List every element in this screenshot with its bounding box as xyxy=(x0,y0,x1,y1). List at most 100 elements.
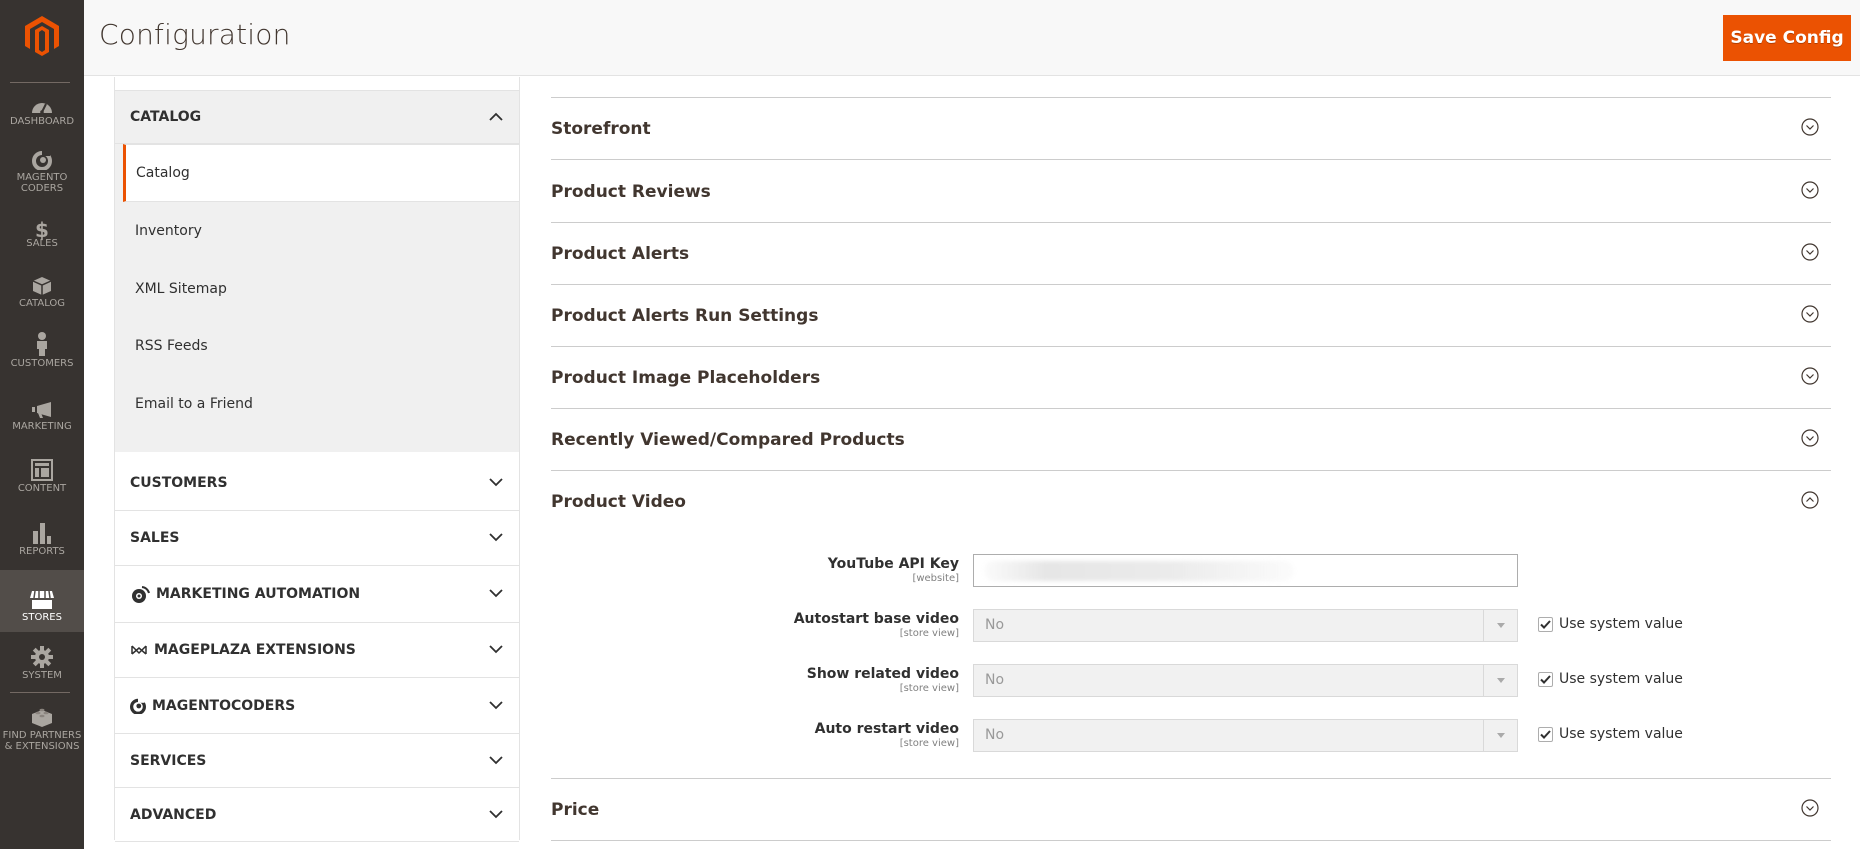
scope-text: [store view] xyxy=(899,738,959,749)
tab-group-advanced[interactable]: ADVANCED xyxy=(115,788,519,842)
checkbox-label: Use system value xyxy=(1559,671,1683,687)
magento-logo[interactable] xyxy=(0,0,84,72)
tab-group-mageplaza-extensions[interactable]: MAGEPLAZA EXTENSIONS xyxy=(115,623,519,678)
circle-chevron-up-icon xyxy=(1801,491,1819,513)
chevron-down-icon xyxy=(489,807,503,823)
checkmark-icon xyxy=(1538,726,1553,742)
nav-item-marketing[interactable]: MARKETING xyxy=(0,393,84,433)
label-text: Autostart base video xyxy=(793,611,959,627)
section-recently-viewed-compared-products[interactable]: Recently Viewed/Compared Products xyxy=(551,409,1831,471)
nav-item-dashboard[interactable]: DASHBOARD xyxy=(0,88,84,128)
chevron-down-icon xyxy=(489,530,503,546)
section-title: Recently Viewed/Compared Products xyxy=(551,429,905,450)
section-title: Product Image Placeholders xyxy=(551,367,821,388)
nav-label: CATALOG xyxy=(18,298,66,309)
save-config-button[interactable]: Save Config xyxy=(1723,15,1851,61)
tab-item-label: Inventory xyxy=(135,223,202,239)
page-title: Configuration xyxy=(99,18,291,51)
tab-item-xml-sitemap[interactable]: XML Sitemap xyxy=(115,260,519,318)
tab-group-services[interactable]: SERVICES xyxy=(115,734,519,788)
nav-item-magento-coders[interactable]: MAGENTO CODERS xyxy=(0,144,84,194)
layout-icon xyxy=(31,455,53,481)
tab-item-label: RSS Feeds xyxy=(135,338,208,354)
dropdown-arrow-icon xyxy=(1483,610,1517,641)
tab-item-catalog[interactable]: Catalog xyxy=(123,144,519,202)
show-related-video-select[interactable]: No xyxy=(973,664,1518,697)
tab-item-label: Catalog xyxy=(136,165,190,181)
tab-item-email-to-a-friend[interactable]: Email to a Friend xyxy=(115,375,519,433)
circle-chevron-down-icon xyxy=(1801,366,1819,389)
circle-chevron-down-icon xyxy=(1801,798,1819,821)
circle-chevron-down-icon xyxy=(1801,242,1819,265)
tab-group-marketing-automation[interactable]: MARKETING AUTOMATION xyxy=(115,566,519,623)
section-title: Product Reviews xyxy=(551,181,711,202)
use-system-value-checkbox[interactable]: Use system value xyxy=(1538,726,1683,742)
dotdigital-icon xyxy=(130,585,150,603)
tab-group-sales[interactable]: SALES xyxy=(115,511,519,566)
box-icon xyxy=(32,270,52,296)
tab-group-label: MAGEPLAZA EXTENSIONS xyxy=(154,642,356,658)
nav-label: FIND PARTNERS & EXTENSIONS xyxy=(2,730,82,752)
section-product-image-placeholders[interactable]: Product Image Placeholders xyxy=(551,347,1831,409)
nav-item-customers[interactable]: CUSTOMERS xyxy=(0,330,84,370)
chevron-down-icon xyxy=(489,475,503,491)
page-header: Configuration Save Config xyxy=(84,0,1860,76)
section-title: Product Alerts xyxy=(551,243,690,264)
nav-item-find-partners[interactable]: FIND PARTNERS & EXTENSIONS xyxy=(0,702,84,752)
select-value: No xyxy=(985,617,1005,633)
checkmark-icon xyxy=(1538,671,1553,687)
megaphone-icon xyxy=(31,393,53,419)
config-tabs-panel: CATALOG Catalog Inventory XML Sitemap RS… xyxy=(114,77,520,842)
chevron-up-icon xyxy=(489,109,503,125)
nav-item-sales[interactable]: $ SALES xyxy=(0,210,84,250)
nav-item-catalog[interactable]: CATALOG xyxy=(0,270,84,310)
auto-restart-video-select[interactable]: No xyxy=(973,719,1518,752)
dollar-icon: $ xyxy=(35,218,49,242)
field-show-related-video: Show related video [store view] No Use s… xyxy=(551,664,1831,704)
nav-item-content[interactable]: CONTENT xyxy=(0,455,84,495)
magentocoders-icon xyxy=(130,697,146,714)
field-auto-restart-video: Auto restart video [store view] No Use s… xyxy=(551,719,1831,759)
nav-item-reports[interactable]: REPORTS xyxy=(0,518,84,558)
tab-group-label: ADVANCED xyxy=(130,806,217,823)
section-storefront[interactable]: Storefront xyxy=(551,98,1831,160)
nav-label: REPORTS xyxy=(19,546,65,557)
nav-label: SYSTEM xyxy=(22,670,62,681)
youtube-api-key-input[interactable] xyxy=(973,554,1518,587)
checkbox-label: Use system value xyxy=(1559,616,1683,632)
mageplaza-icon xyxy=(130,644,148,656)
section-product-alerts-run-settings[interactable]: Product Alerts Run Settings xyxy=(551,285,1831,347)
nav-label: MARKETING xyxy=(12,421,72,432)
field-label: Show related video [store view] xyxy=(807,666,959,694)
storefront-icon xyxy=(29,584,55,610)
nav-divider xyxy=(10,82,70,83)
select-value: No xyxy=(985,727,1005,743)
section-price[interactable]: Price xyxy=(551,779,1831,841)
nav-item-system[interactable]: SYSTEM xyxy=(0,642,84,682)
chevron-down-icon xyxy=(489,753,503,769)
catalog-tab-items: Catalog Inventory XML Sitemap RSS Feeds … xyxy=(115,144,519,452)
tab-item-inventory[interactable]: Inventory xyxy=(115,202,519,260)
tab-group-customers[interactable]: CUSTOMERS xyxy=(115,456,519,511)
tab-group-magentocoders[interactable]: MAGENTOCODERS xyxy=(115,678,519,734)
nav-label: STORES xyxy=(22,612,62,623)
tab-group-label: CATALOG xyxy=(130,109,202,125)
section-product-video[interactable]: Product Video xyxy=(551,471,1831,533)
nav-item-stores[interactable]: STORES xyxy=(0,570,84,632)
autostart-base-video-select[interactable]: No xyxy=(973,609,1518,642)
tab-group-catalog[interactable]: CATALOG xyxy=(115,90,519,144)
use-system-value-checkbox[interactable]: Use system value xyxy=(1538,671,1683,687)
dropdown-arrow-icon xyxy=(1483,665,1517,696)
tab-item-rss-feeds[interactable]: RSS Feeds xyxy=(115,317,519,375)
checkmark-icon xyxy=(1538,616,1553,632)
section-product-reviews[interactable]: Product Reviews xyxy=(551,161,1831,223)
field-youtube-api-key: YouTube API Key [website] xyxy=(551,554,1831,594)
section-title: Product Alerts Run Settings xyxy=(551,305,819,326)
dashboard-gauge-icon xyxy=(31,88,53,114)
use-system-value-checkbox[interactable]: Use system value xyxy=(1538,616,1683,632)
scope-text: [website] xyxy=(912,573,959,584)
field-autostart-base-video: Autostart base video [store view] No Use… xyxy=(551,609,1831,649)
circle-chevron-down-icon xyxy=(1801,117,1819,140)
section-product-alerts[interactable]: Product Alerts xyxy=(551,223,1831,285)
nav-divider xyxy=(10,692,70,693)
